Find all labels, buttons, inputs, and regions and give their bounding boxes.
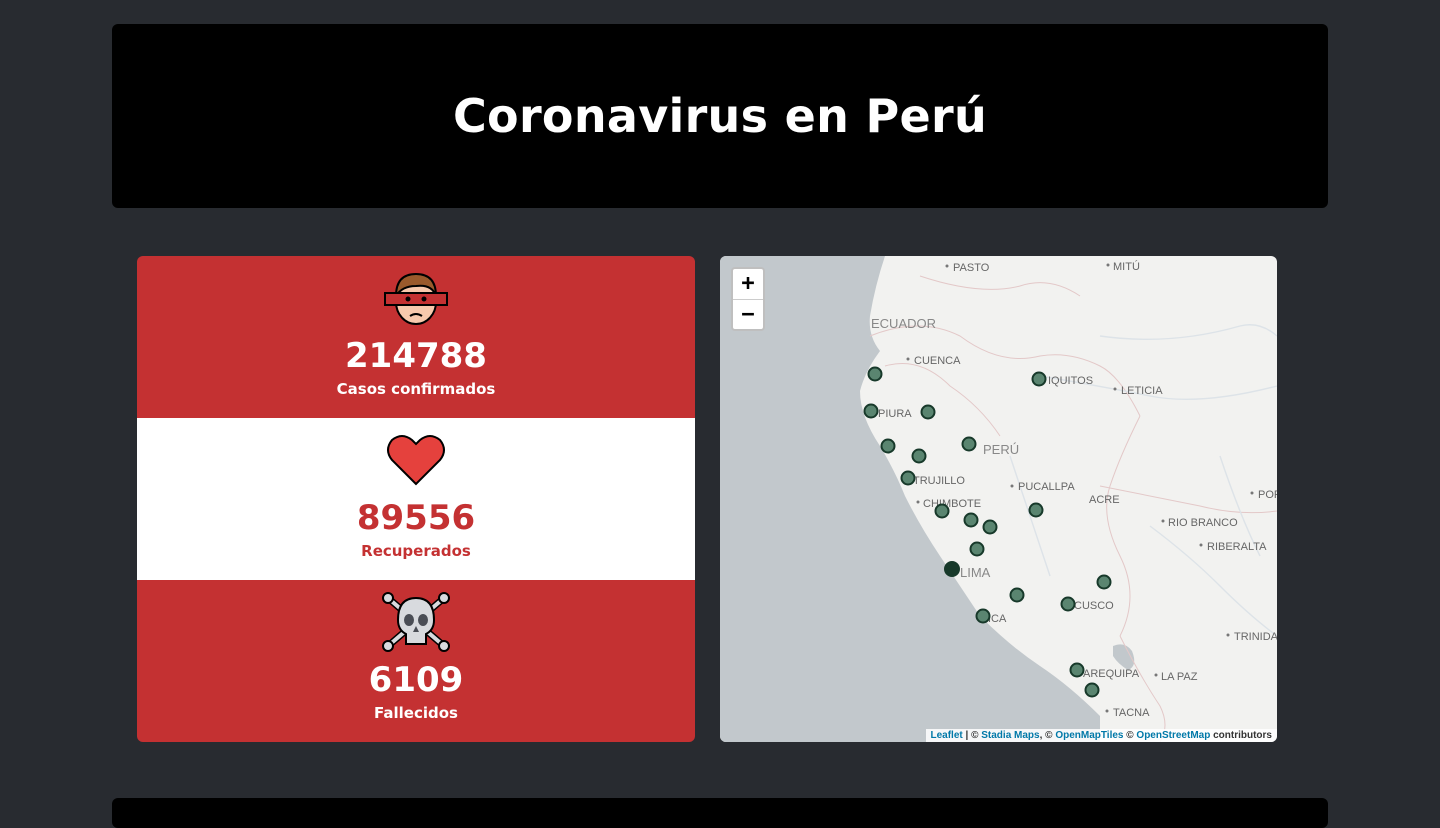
map-marker-lima[interactable]	[944, 561, 960, 577]
map-marker[interactable]	[920, 404, 936, 420]
footer-section	[112, 798, 1328, 828]
label-riberalta: RIBERALTA	[1207, 541, 1267, 553]
map-tiles[interactable]: PASTO MITÚ ECUADOR CUENCA IQUITOS LETICI…	[720, 256, 1277, 742]
confirmed-label: Casos confirmados	[336, 380, 496, 398]
label-acre: ACRE	[1089, 494, 1120, 506]
recovered-card: 89556 Recuperados	[137, 418, 695, 580]
zoom-out-button[interactable]: −	[733, 299, 763, 329]
map-marker[interactable]	[911, 448, 927, 464]
map-attribution: Leaflet | © Stadia Maps, © OpenMapTiles …	[925, 729, 1277, 742]
page-title: Coronavirus en Perú	[452, 89, 988, 143]
recovered-label: Recuperados	[361, 542, 471, 560]
stats-panel: 214788 Casos confirmados 89556 Recuperad…	[137, 256, 695, 742]
label-peru: PERÚ	[983, 442, 1019, 457]
openstreetmap-link[interactable]: OpenStreetMap	[1136, 730, 1210, 741]
stadia-link[interactable]: Stadia Maps	[981, 730, 1039, 741]
label-la-paz: LA PAZ	[1161, 671, 1198, 683]
confirmed-count: 214788	[345, 336, 487, 376]
deaths-card: 6109 Fallecidos	[137, 580, 695, 742]
map-marker[interactable]	[1028, 502, 1044, 518]
label-rio-branco: RIO BRANCO	[1168, 517, 1238, 529]
map-marker[interactable]	[1009, 587, 1025, 603]
label-chimbote: CHIMBOTE	[923, 498, 981, 510]
map-marker[interactable]	[1069, 662, 1085, 678]
page-header: Coronavirus en Perú	[112, 24, 1328, 208]
map-marker[interactable]	[975, 608, 991, 624]
map-marker[interactable]	[963, 512, 979, 528]
zoom-in-button[interactable]: +	[733, 269, 763, 299]
map-marker[interactable]	[982, 519, 998, 535]
openmaptiles-link[interactable]: OpenMapTiles	[1055, 730, 1123, 741]
map-marker[interactable]	[969, 541, 985, 557]
recovered-count: 89556	[356, 498, 476, 538]
map-marker[interactable]	[863, 403, 879, 419]
label-cusco: CUSCO	[1074, 600, 1114, 612]
heart-icon	[387, 435, 445, 486]
leaflet-link[interactable]: Leaflet	[931, 730, 963, 741]
map-marker[interactable]	[1096, 574, 1112, 590]
map-marker[interactable]	[1084, 682, 1100, 698]
masked-face-icon	[384, 272, 448, 325]
map-marker[interactable]	[880, 438, 896, 454]
map-marker[interactable]	[1060, 596, 1076, 612]
label-tacna: TACNA	[1113, 707, 1150, 719]
skull-crossbones-icon	[382, 592, 450, 652]
map-marker[interactable]	[1031, 371, 1047, 387]
label-porto: POR	[1258, 489, 1277, 501]
zoom-control: + −	[731, 267, 765, 331]
attribution-tail: contributors	[1210, 730, 1272, 741]
label-piura: PIURA	[878, 408, 912, 420]
label-leticia: LETICIA	[1121, 385, 1163, 397]
map-panel[interactable]: PASTO MITÚ ECUADOR CUENCA IQUITOS LETICI…	[720, 256, 1277, 742]
label-pasto: PASTO	[953, 262, 990, 274]
label-trujillo: TRUJILLO	[913, 475, 965, 487]
label-trinidad: TRINIDA	[1234, 631, 1277, 643]
label-arequipa: AREQUIPA	[1083, 668, 1140, 680]
attribution-separator: ©	[1123, 730, 1137, 741]
attribution-separator: | ©	[962, 730, 982, 741]
deaths-label: Fallecidos	[374, 704, 458, 722]
label-ica: ICA	[988, 613, 1007, 625]
map-marker[interactable]	[961, 436, 977, 452]
label-iquitos: IQUITOS	[1048, 375, 1093, 387]
deaths-count: 6109	[368, 660, 464, 700]
map-marker[interactable]	[934, 503, 950, 519]
attribution-separator: , ©	[1039, 730, 1056, 741]
label-lima: LIMA	[960, 565, 991, 580]
map-marker[interactable]	[900, 470, 916, 486]
label-pucallpa: PUCALLPA	[1018, 481, 1075, 493]
confirmed-cases-card: 214788 Casos confirmados	[137, 256, 695, 418]
label-mitu: MITÚ	[1113, 260, 1140, 273]
label-cuenca: CUENCA	[914, 355, 961, 367]
map-marker[interactable]	[867, 366, 883, 382]
label-ecuador: ECUADOR	[871, 316, 936, 331]
